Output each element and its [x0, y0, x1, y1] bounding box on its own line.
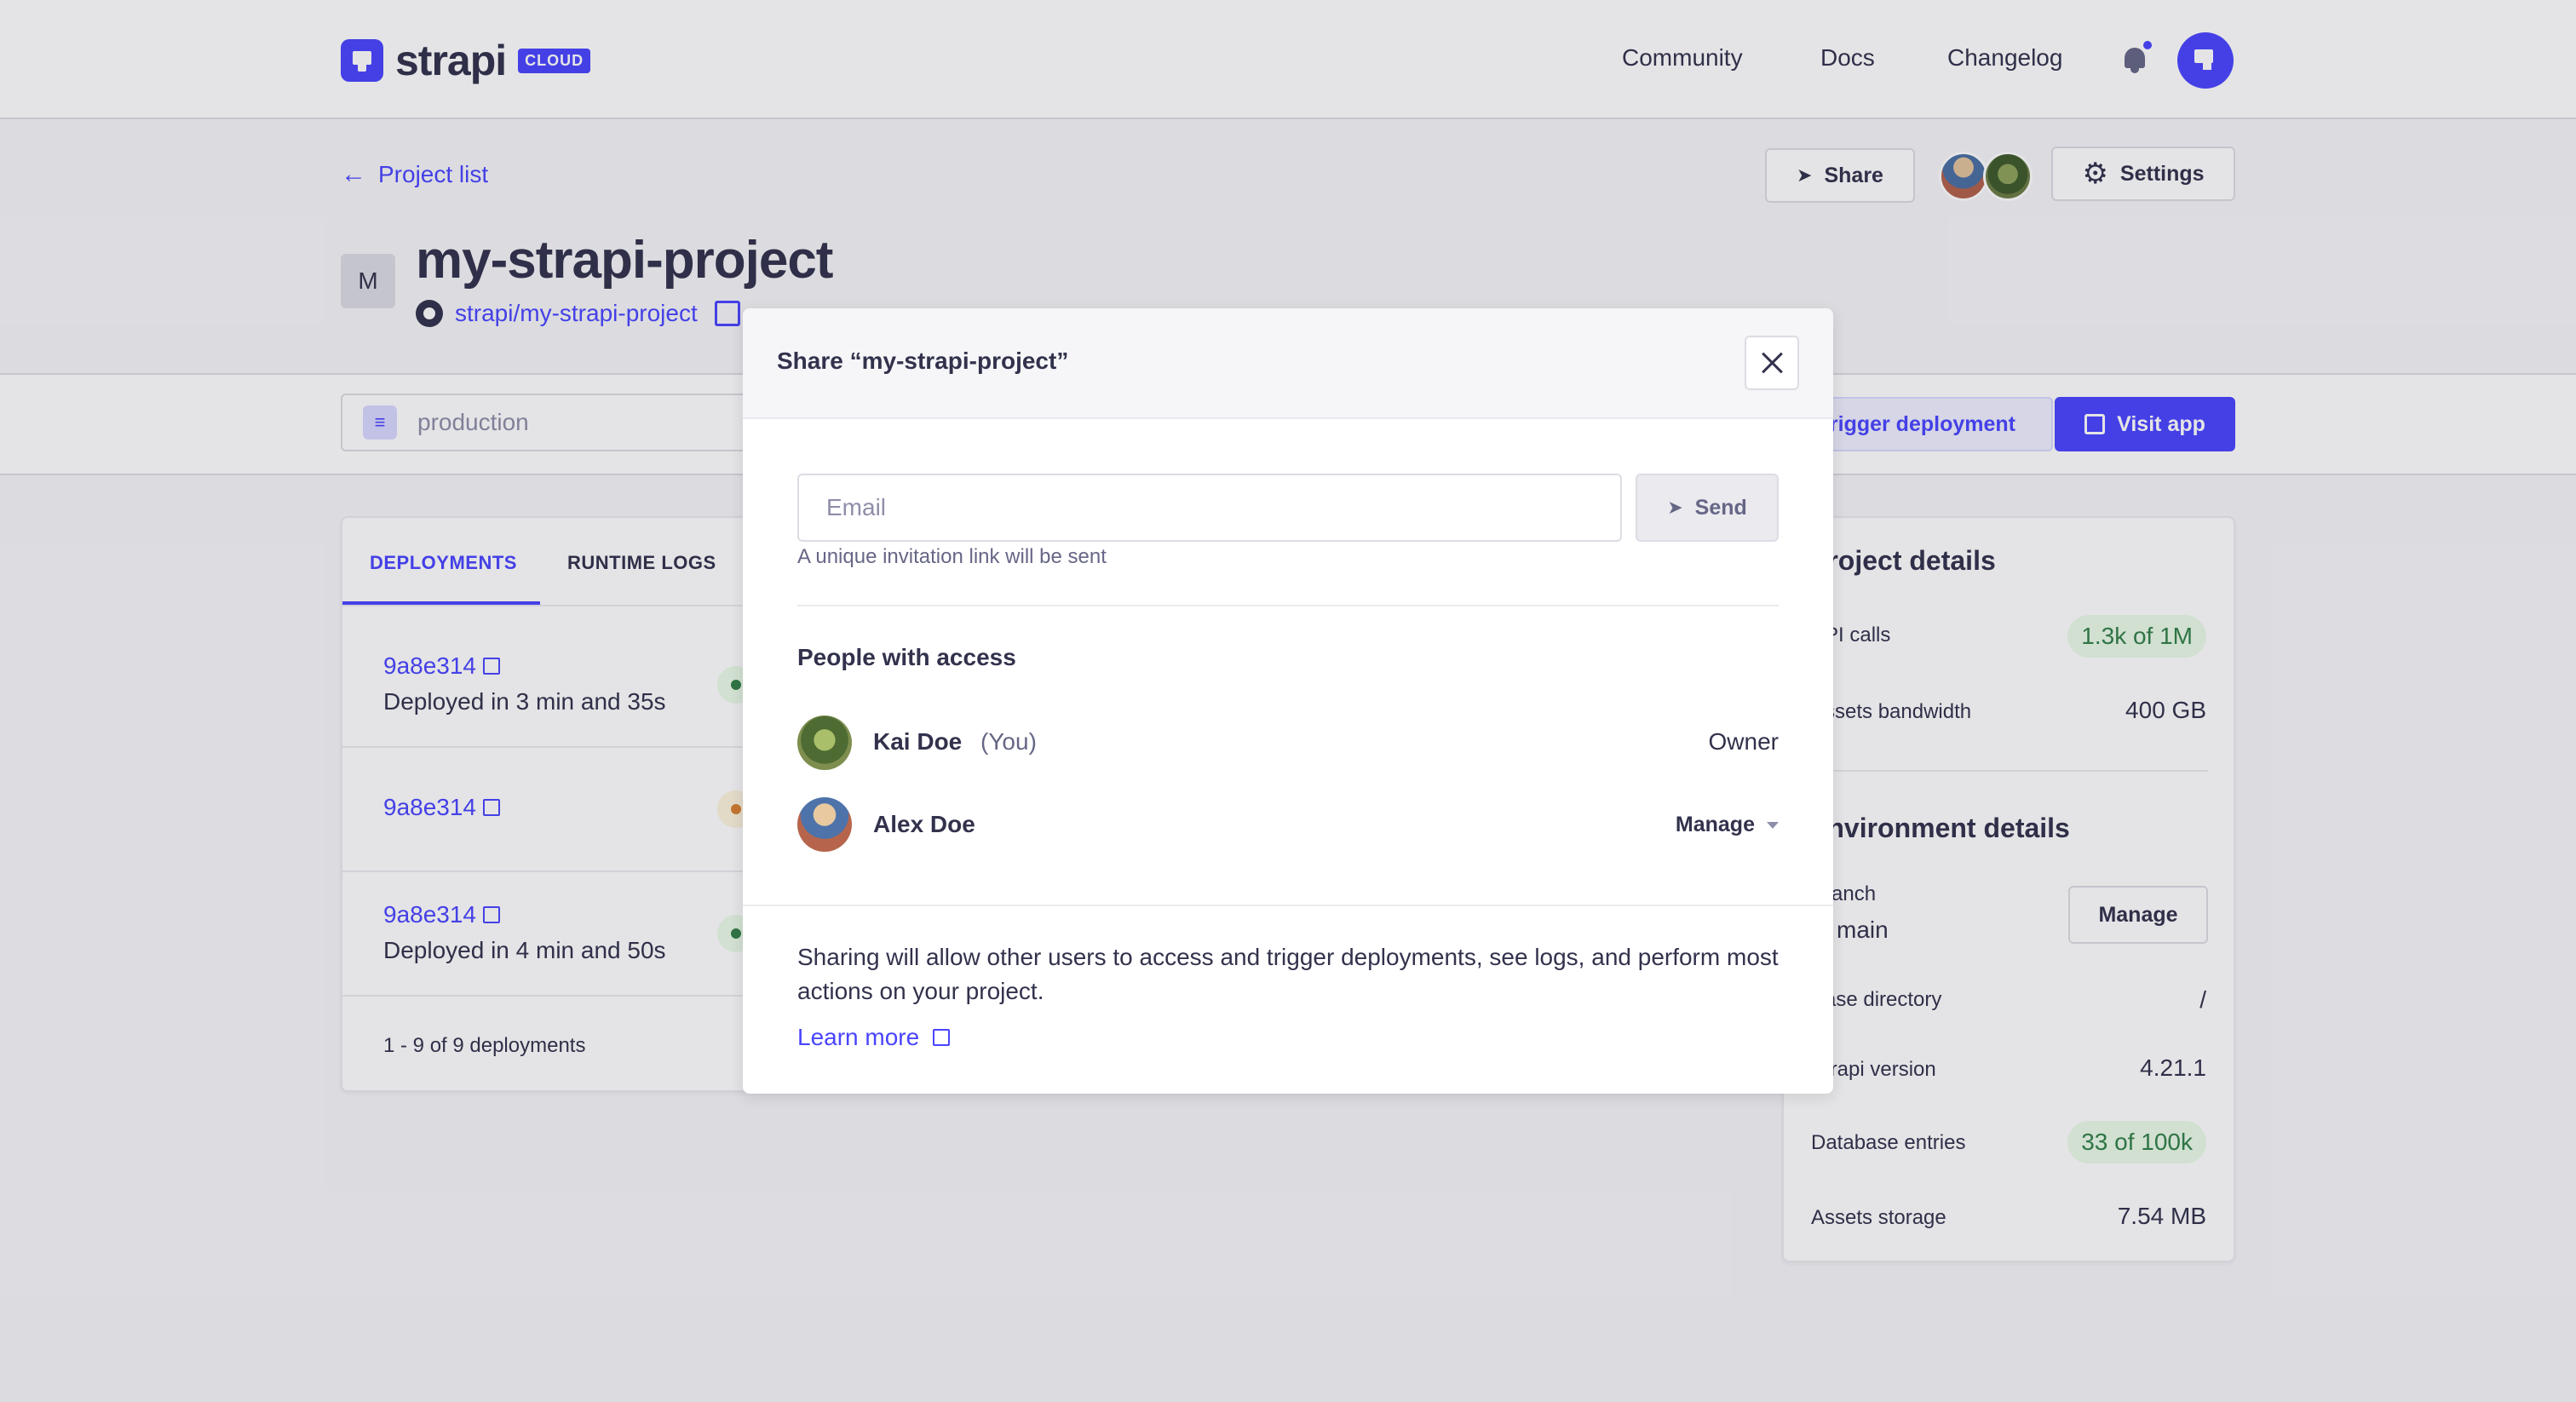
close-icon — [1761, 352, 1783, 374]
person-name: Alex Doe — [873, 811, 975, 837]
modal-footer-divider — [743, 905, 1833, 906]
chevron-down-icon — [1767, 821, 1779, 829]
modal-title: Share “my-strapi-project” — [777, 348, 1069, 374]
send-icon: ➤ — [1667, 497, 1683, 518]
alex-doe-avatar — [797, 797, 852, 852]
role-select[interactable]: Manage — [1676, 813, 1779, 837]
learn-more-label: Learn more — [797, 1024, 920, 1050]
you-indicator: (You) — [980, 728, 1037, 755]
email-input[interactable] — [797, 474, 1622, 542]
send-invite-button[interactable]: ➤ Send — [1636, 474, 1779, 542]
modal-divider — [797, 605, 1779, 606]
external-link-icon — [933, 1029, 951, 1046]
learn-more-link[interactable]: Learn more — [797, 1024, 951, 1051]
close-modal-button[interactable] — [1745, 336, 1799, 390]
modal-header: Share “my-strapi-project” — [743, 308, 1833, 419]
sharing-description: Sharing will allow other users to access… — [797, 944, 1779, 1004]
owner-role: Owner — [1708, 728, 1779, 755]
share-modal: Share “my-strapi-project” ➤ Send A uniqu… — [743, 308, 1833, 1094]
kai-doe-avatar — [797, 715, 852, 770]
send-button-label: Send — [1694, 495, 1747, 520]
person-name: Kai Doe — [873, 728, 963, 755]
role-select-value: Manage — [1675, 813, 1755, 836]
invitation-hint: A unique invitation link will be sent — [797, 545, 1107, 568]
people-with-access-heading: People with access — [797, 644, 1016, 670]
